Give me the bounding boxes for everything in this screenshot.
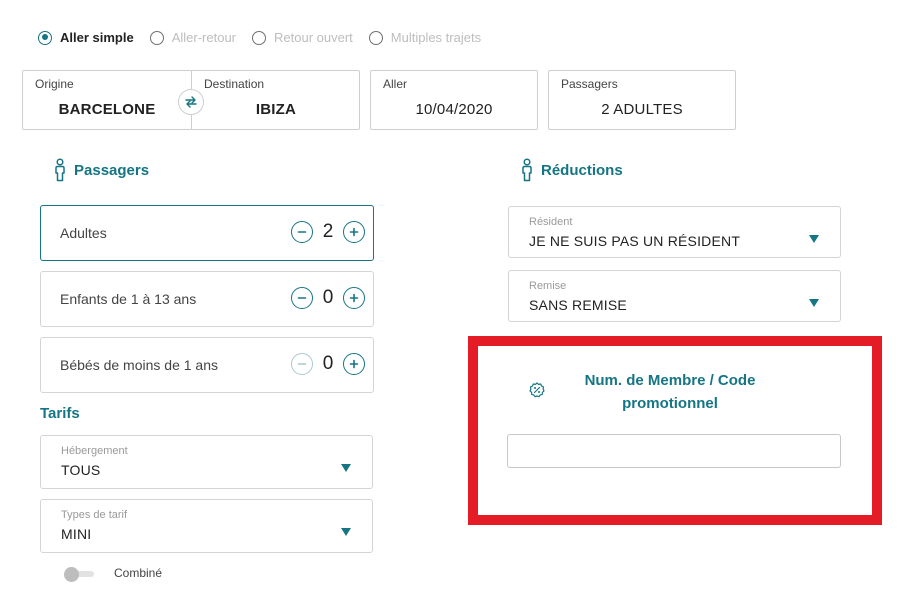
children-count: 0 [322,287,334,308]
adults-counter-row[interactable]: Adultes 2 [40,205,374,261]
reductions-section-title: Réductions [541,161,623,179]
infants-label: Bébés de moins de 1 ans [60,357,218,373]
origin-field[interactable]: Origine BARCELONE [23,71,191,129]
destination-value: IBIZA [255,101,297,118]
combine-toggle[interactable] [64,566,94,582]
trip-type-label: Aller simple [60,30,134,45]
children-counter-row[interactable]: Enfants de 1 à 13 ans 0 [40,271,374,327]
origin-value: BARCELONE [58,101,156,118]
reductions-section-heading: Réductions [521,158,623,182]
trip-type-round-trip[interactable]: Aller-retour [149,30,236,45]
highlight-frame [468,336,882,525]
increment-adults-button[interactable] [343,221,365,243]
resident-select[interactable]: Résident JE NE SUIS PAS UN RÉSIDENT [508,206,841,258]
trip-type-label: Retour ouvert [274,30,353,45]
tarifs-section-title: Tarifs [40,405,80,422]
minus-icon [297,363,307,365]
swap-route-button[interactable] [178,89,204,115]
passengers-summary-label: Passagers [561,77,618,91]
outbound-label: Aller [383,77,408,91]
increment-infants-button[interactable] [343,353,365,375]
hebergement-select[interactable]: Hébergement TOUS [40,435,373,489]
caret-down-icon [808,231,820,249]
passengers-section-heading: Passagers [54,158,149,182]
destination-field[interactable]: Destination IBIZA [192,71,360,129]
swap-arrows-icon [184,95,198,109]
adults-counter: 2 [291,221,365,243]
adults-count: 2 [322,221,334,242]
origin-label: Origine [35,77,74,91]
destination-label: Destination [204,77,265,91]
fare-type-select[interactable]: Types de tarif MINI [40,499,373,553]
discount-select[interactable]: Remise SANS REMISE [508,270,841,322]
trip-type-one-way[interactable]: Aller simple [38,30,134,45]
radio-icon[interactable] [368,30,383,45]
plus-icon [349,359,359,369]
caret-down-icon [340,524,352,542]
decrement-adults-button[interactable] [291,221,313,243]
radio-icon[interactable] [252,30,266,45]
radio-icon[interactable] [38,30,52,45]
percent-badge-icon [529,382,545,403]
increment-children-button[interactable] [343,287,365,309]
trip-type-label: Multiples trajets [390,30,482,45]
children-counter: 0 [291,287,365,309]
caret-down-icon [808,295,820,313]
discount-label: Remise [529,280,567,292]
decrement-infants-button[interactable] [291,353,313,375]
combine-toggle-group: Combiné [64,566,163,582]
outbound-date-field[interactable]: Aller 10/04/2020 [370,70,538,130]
promo-code-title: Num. de Membre / Code promotionnel [584,372,756,412]
infants-counter: 0 [291,353,365,375]
hebergement-value: TOUS [61,462,101,478]
promo-code-input[interactable] [507,434,841,468]
children-label: Enfants de 1 à 13 ans [60,291,197,307]
passengers-section-title: Passagers [74,161,150,179]
toggle-knob [64,566,79,582]
trip-type-multi[interactable]: Multiples trajets [368,30,482,45]
person-icon [521,158,533,182]
radio-icon[interactable] [149,30,164,45]
trip-type-group: Aller simple Aller-retour Retour ouvert … [38,30,497,45]
passengers-summary-value: 2 ADULTES [601,101,683,118]
person-icon [54,158,66,182]
fare-type-label: Types de tarif [61,509,128,521]
plus-icon [349,293,359,303]
trip-type-label: Aller-retour [171,30,236,45]
combine-label: Combiné [114,566,163,580]
resident-label: Résident [529,216,573,228]
caret-down-icon [340,460,352,478]
discount-value: SANS REMISE [529,297,627,313]
infants-count: 0 [322,353,334,374]
decrement-children-button[interactable] [291,287,313,309]
resident-value: JE NE SUIS PAS UN RÉSIDENT [529,233,741,249]
plus-icon [349,227,359,237]
minus-icon [297,297,307,299]
minus-icon [297,231,307,233]
origin-destination-field: Origine BARCELONE Destination IBIZA [22,70,360,130]
outbound-value: 10/04/2020 [415,101,493,118]
infants-counter-row[interactable]: Bébés de moins de 1 ans 0 [40,337,374,393]
passengers-summary-field[interactable]: Passagers 2 ADULTES [548,70,736,130]
hebergement-label: Hébergement [61,445,128,457]
trip-type-open-return[interactable]: Retour ouvert [252,30,353,45]
fare-type-value: MINI [61,526,92,542]
adults-label: Adultes [60,225,107,241]
